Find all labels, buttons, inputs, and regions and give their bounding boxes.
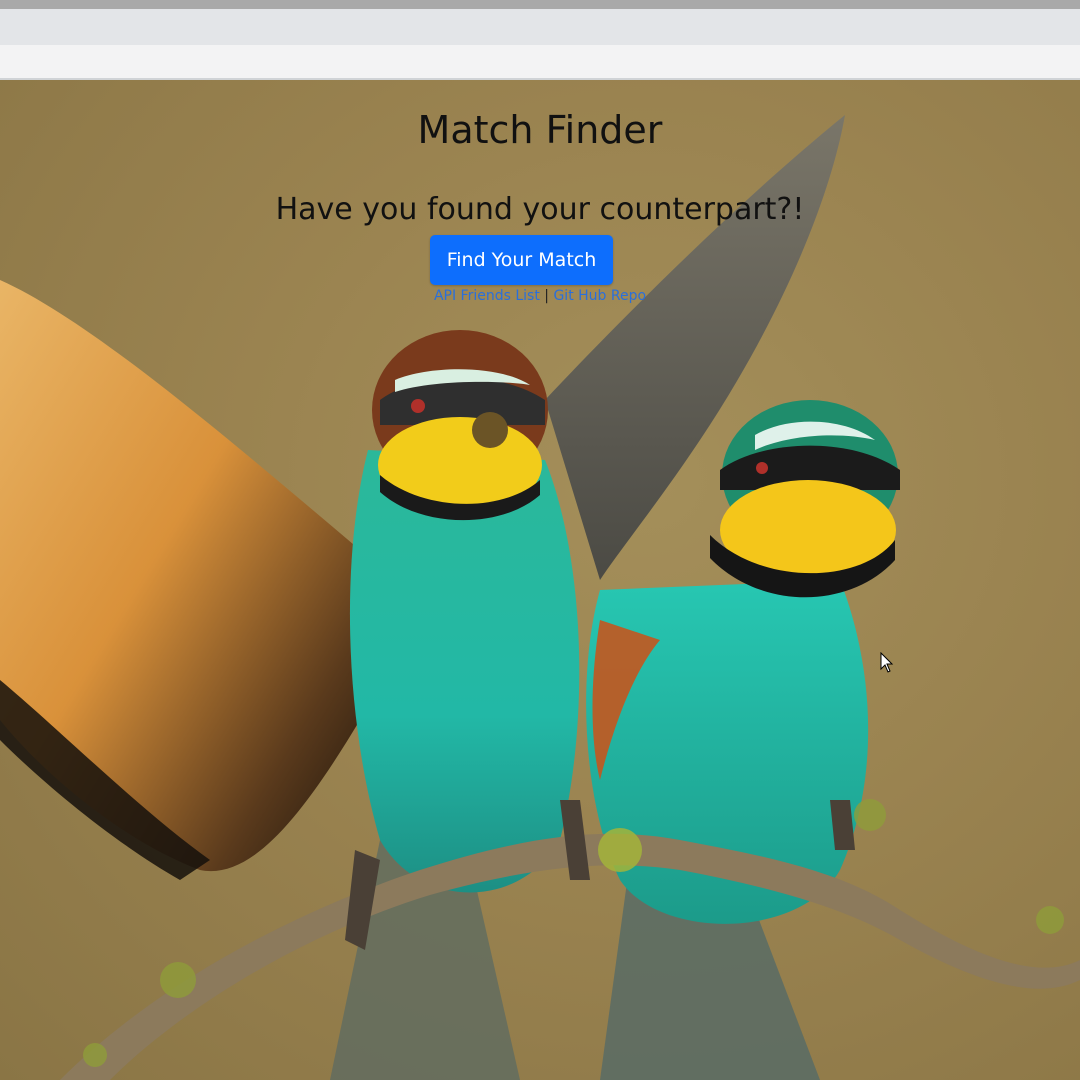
- api-friends-list-link[interactable]: API Friends List: [434, 288, 540, 304]
- browser-toolbar: [0, 45, 1080, 80]
- mouse-pointer-icon: [880, 652, 894, 673]
- page-title: Match Finder: [417, 108, 663, 152]
- link-separator: |: [544, 288, 549, 304]
- page-subtitle: Have you found your counterpart?!: [275, 192, 805, 227]
- browser-tab-bar: [0, 9, 1080, 45]
- find-your-match-button[interactable]: Find Your Match: [430, 235, 613, 285]
- bee-eater-birds-image: [0, 115, 1080, 1080]
- page-background: Match Finder Have you found your counter…: [0, 80, 1080, 1080]
- github-repo-link[interactable]: Git Hub Repo: [553, 288, 646, 304]
- browser-chrome: [0, 0, 1080, 80]
- browser-title-strip: [0, 0, 1080, 9]
- footer-links: API Friends List | Git Hub Repo: [0, 288, 1080, 304]
